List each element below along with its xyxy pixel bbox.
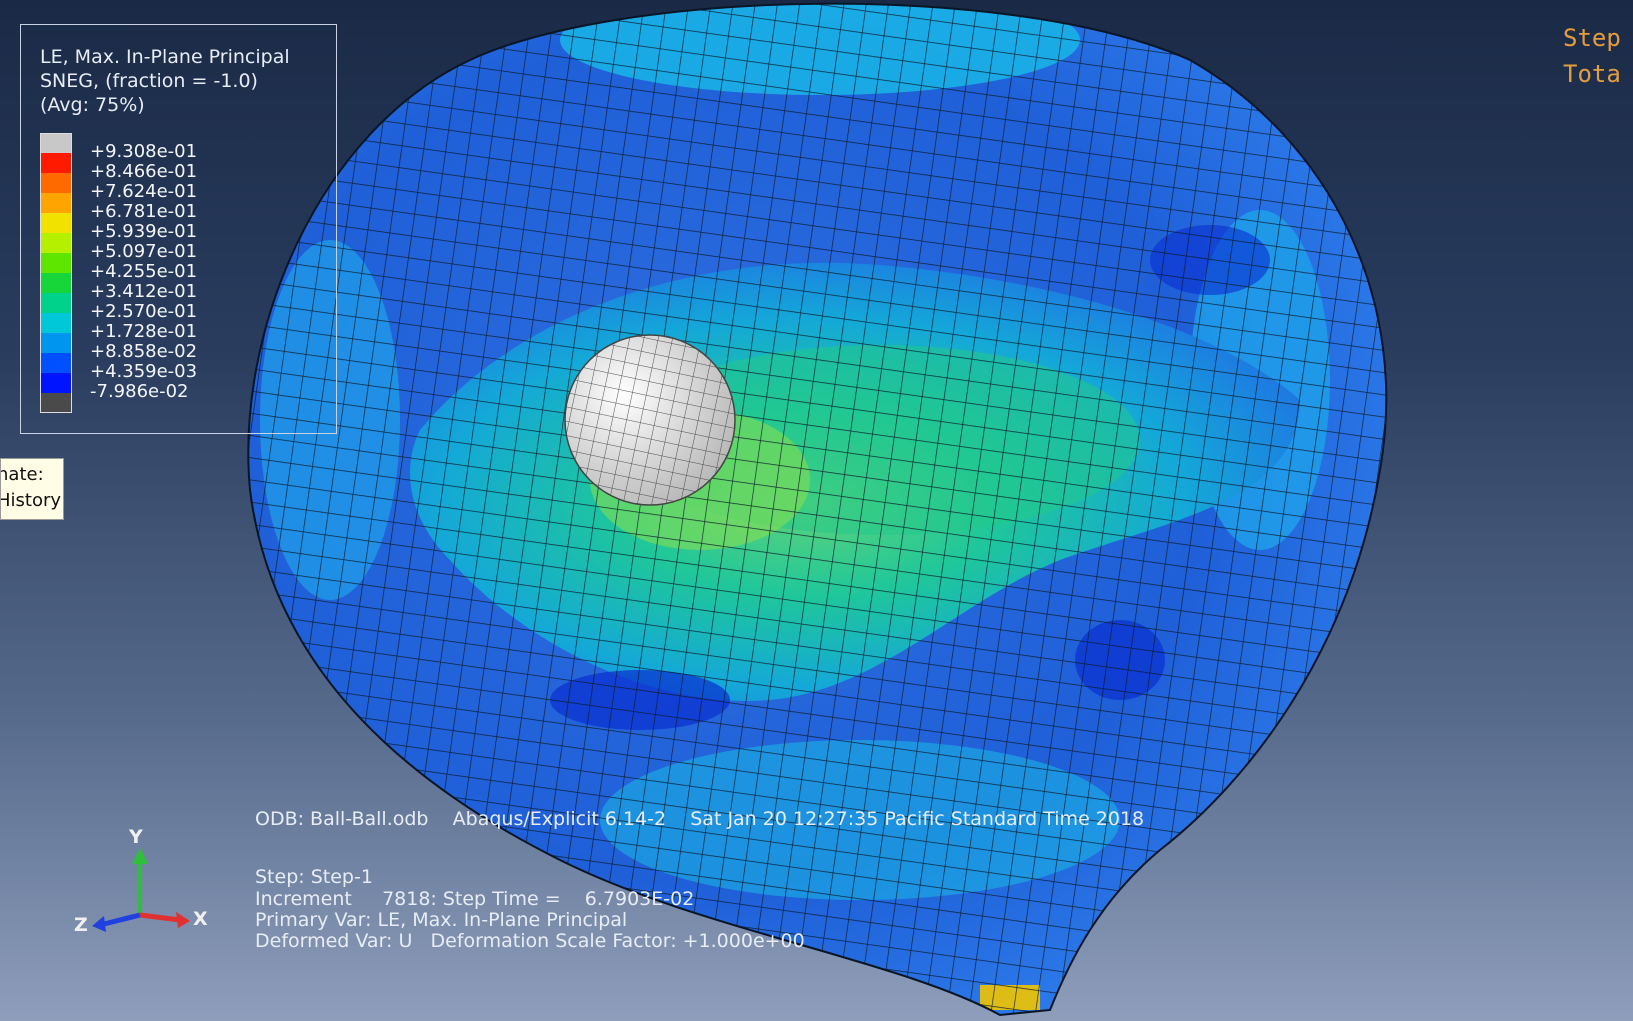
tooltip: nate: History: [0, 458, 64, 520]
legend-row: +2.570e-01: [40, 293, 240, 321]
odb-info-line: ODB: Ball-Ball.odb Abaqus/Explicit 6.14-…: [255, 808, 1145, 830]
triad-y-label: Y: [129, 826, 143, 848]
legend-color-swatch: [40, 173, 72, 193]
legend-color-swatch: [40, 153, 72, 173]
triad-axes-icon: [92, 848, 190, 932]
legend-row: +4.359e-03: [40, 353, 240, 381]
legend-row: [40, 393, 240, 413]
tooltip-line: nate:: [0, 464, 44, 485]
total-label: Tota: [1563, 60, 1621, 88]
legend-row: +4.255e-01: [40, 253, 240, 281]
step-label: Step: [1563, 24, 1621, 52]
legend-color-swatch: [40, 393, 72, 413]
legend-row: +1.728e-01: [40, 313, 240, 341]
legend-color-swatch: [40, 213, 72, 233]
view-triad: Y Z X: [70, 826, 220, 950]
legend-row: +9.308e-01: [40, 133, 240, 161]
legend-color-swatch: [40, 293, 72, 313]
legend-color-swatch: [40, 373, 72, 393]
legend-row: +7.624e-01: [40, 173, 240, 201]
step-status-readout: Step Tota: [1563, 20, 1633, 92]
contour-legend[interactable]: LE, Max. In-Plane Principal SNEG, (fract…: [20, 24, 337, 434]
legend-row: +8.466e-01: [40, 153, 240, 181]
legend-color-swatch: [40, 353, 72, 373]
primary-var-line: Primary Var: LE, Max. In-Plane Principal: [255, 909, 628, 931]
deformed-var-line: Deformed Var: U Deformation Scale Factor…: [255, 930, 805, 952]
legend-row: -7.986e-02: [40, 373, 240, 401]
triad-z-label: Z: [74, 914, 88, 936]
legend-color-swatch: [40, 313, 72, 333]
legend-row: +5.939e-01: [40, 213, 240, 241]
legend-row: +5.097e-01: [40, 233, 240, 261]
tooltip-line: History: [0, 490, 62, 511]
legend-color-swatch: [40, 253, 72, 273]
increment-info-line: Increment 7818: Step Time = 6.7903E-02: [255, 888, 695, 910]
legend-color-swatch: [40, 233, 72, 253]
legend-title: LE, Max. In-Plane Principal SNEG, (fract…: [40, 46, 290, 116]
legend-color-swatch: [40, 273, 72, 293]
legend-row: +8.858e-02: [40, 333, 240, 361]
triad-x-label: X: [193, 908, 208, 930]
legend-color-swatch: [40, 133, 72, 153]
legend-row: +3.412e-01: [40, 273, 240, 301]
legend-color-swatch: [40, 193, 72, 213]
legend-color-swatch: [40, 333, 72, 353]
legend-row: +6.781e-01: [40, 193, 240, 221]
legend-color-scale: +9.308e-01 +8.466e-01 +7.624e-01 +6.781e-01…: [40, 133, 240, 413]
step-info-line: Step: Step-1: [255, 866, 373, 888]
